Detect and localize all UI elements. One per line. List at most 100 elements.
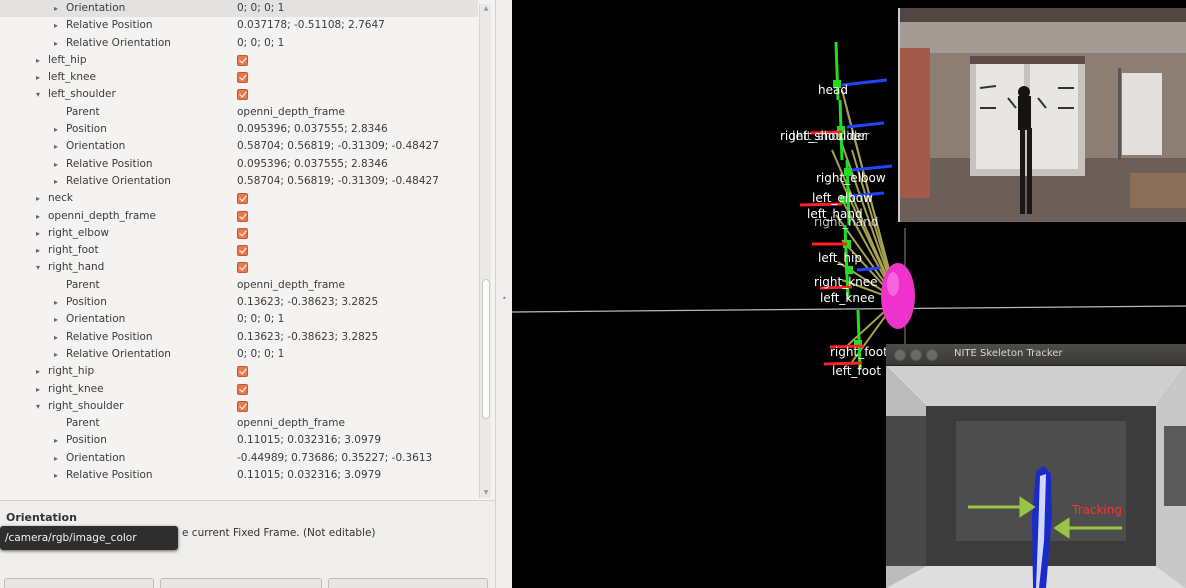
tree-row[interactable]: ▸ left_hip (0, 52, 478, 69)
tree-row-label: Orientation (66, 313, 126, 326)
tree-row-name: ▸ Orientation (54, 450, 125, 467)
tree-row-value: 0.58704; 0.56819; -0.31309; -0.48427 (237, 140, 439, 153)
tree-row[interactable]: ▸ Relative Position 0.11015; 0.032316; 3.0… (0, 467, 478, 484)
scroll-up-icon[interactable]: ▲ (481, 4, 491, 14)
maximize-icon[interactable] (926, 349, 938, 361)
tree-row[interactable]: ▸ right_elbow (0, 225, 478, 242)
collapsed-arrow-icon[interactable]: ▸ (54, 35, 61, 52)
expanded-arrow-icon[interactable]: ▾ (36, 398, 43, 415)
remove-display-button[interactable] (160, 578, 322, 588)
tree-row[interactable]: ▸ Relative Position 0.037178; -0.51108; 2.… (0, 17, 478, 34)
enabled-checkbox[interactable] (237, 193, 248, 205)
nite-titlebar[interactable]: NITE Skeleton Tracker (886, 344, 1186, 366)
enabled-checkbox[interactable] (237, 366, 248, 378)
collapsed-arrow-icon[interactable]: ▸ (54, 138, 61, 155)
collapsed-arrow-icon[interactable]: ▸ (54, 450, 61, 467)
collapsed-arrow-icon[interactable]: ▸ (36, 52, 43, 69)
tree-row[interactable]: ▾ left_shoulder (0, 86, 478, 103)
tree-row[interactable]: ▸ Orientation 0; 0; 0; 1 (0, 0, 478, 18)
tree-row-label: neck (48, 192, 73, 205)
enabled-checkbox[interactable] (237, 262, 248, 274)
close-icon[interactable] (894, 349, 906, 361)
collapsed-arrow-icon[interactable]: ▸ (54, 311, 61, 328)
panel-splitter[interactable]: • (495, 0, 512, 588)
tree-row-name: ▸ Relative Position (54, 329, 153, 346)
tree-row[interactable]: ▸ Orientation 0.58704; 0.56819; -0.31309; … (0, 138, 478, 155)
enabled-checkbox[interactable] (237, 227, 248, 239)
tree-row-name: ▸ openni_depth_frame (36, 208, 156, 225)
enabled-checkbox[interactable] (237, 210, 248, 222)
label-right-knee: right_knee (814, 275, 878, 289)
tree-row[interactable]: Parent openni_depth_frame (0, 415, 478, 432)
tree-rows: ▸ Orientation 0; 0; 0; 1 ▸ Relative Position… (0, 0, 478, 484)
collapsed-arrow-icon[interactable]: ▸ (36, 381, 43, 398)
enabled-checkbox[interactable] (237, 89, 248, 101)
tree-row[interactable]: ▸ Position 0.11015; 0.032316; 3.0979 (0, 432, 478, 449)
scroll-down-icon[interactable]: ▼ (481, 488, 491, 498)
enabled-checkbox[interactable] (237, 54, 248, 66)
tree-scrollbar[interactable]: ▲ ▼ (479, 4, 491, 498)
expanded-arrow-icon[interactable]: ▾ (36, 259, 43, 276)
tree-row-value: 0.11015; 0.032316; 3.0979 (237, 469, 382, 482)
ground-grid-line (512, 305, 1186, 313)
rename-display-button[interactable] (328, 578, 488, 588)
collapsed-arrow-icon[interactable]: ▸ (36, 363, 43, 380)
tree-row[interactable]: ▸ Position 0.095396; 0.037555; 2.8346 (0, 121, 478, 138)
collapsed-arrow-icon[interactable]: ▸ (54, 432, 61, 449)
collapsed-arrow-icon[interactable]: ▸ (54, 121, 61, 138)
tree-row[interactable]: ▸ Relative Orientation 0; 0; 0; 1 (0, 346, 478, 363)
label-left-shoulder: left_shoulder (792, 129, 870, 143)
tree-row-name: ▸ Position (54, 294, 107, 311)
collapsed-arrow-icon[interactable]: ▸ (36, 69, 43, 86)
enabled-checkbox[interactable] (237, 245, 248, 257)
expanded-arrow-icon[interactable]: ▾ (36, 86, 43, 103)
minimize-icon[interactable] (910, 349, 922, 361)
collapsed-arrow-icon[interactable]: ▸ (54, 0, 61, 17)
enabled-checkbox[interactable] (237, 383, 248, 395)
tree-row[interactable]: ▸ Position 0.13623; -0.38623; 3.2825 (0, 294, 478, 311)
tree-row-name: ▸ Relative Position (54, 467, 153, 484)
nite-skeleton-tracker-window[interactable]: NITE Skeleton Tracker Tracking (886, 344, 1186, 588)
enabled-checkbox[interactable] (237, 400, 248, 412)
tree-row-label: right_knee (48, 382, 104, 395)
tree-row[interactable]: ▸ right_knee (0, 381, 478, 398)
collapsed-arrow-icon[interactable]: ▸ (36, 190, 43, 207)
tree-row[interactable]: ▸ Relative Position 0.095396; 0.037555; 2.… (0, 156, 478, 173)
tree-row-label: right_foot (48, 244, 99, 257)
collapsed-arrow-icon[interactable]: ▸ (54, 329, 61, 346)
collapsed-arrow-icon[interactable]: ▸ (36, 225, 43, 242)
tree-scrollbar-thumb[interactable] (482, 279, 490, 419)
tree-row[interactable]: ▾ right_shoulder (0, 398, 478, 415)
tree-row[interactable]: ▸ neck (0, 190, 478, 207)
tree-row-label: right_shoulder (48, 399, 124, 412)
tree-row-name: ▸ right_hip (36, 363, 94, 380)
tree-row[interactable]: ▾ right_hand (0, 259, 478, 276)
collapsed-arrow-icon[interactable]: ▸ (54, 346, 61, 363)
tree-row-label: Position (66, 434, 107, 447)
tree-row[interactable]: ▸ Orientation 0; 0; 0; 1 (0, 311, 478, 328)
collapsed-arrow-icon[interactable]: ▸ (54, 156, 61, 173)
collapsed-arrow-icon[interactable]: ▸ (54, 294, 61, 311)
collapsed-arrow-icon[interactable]: ▸ (36, 208, 43, 225)
tree-row[interactable]: ▸ Relative Orientation 0; 0; 0; 1 (0, 35, 478, 52)
label-right-foot: right_foot (830, 345, 888, 359)
tree-row-label: Parent (66, 417, 100, 430)
enabled-checkbox[interactable] (237, 72, 248, 84)
tree-row[interactable]: ▸ right_foot (0, 242, 478, 259)
collapsed-arrow-icon[interactable]: ▸ (36, 242, 43, 259)
collapsed-arrow-icon[interactable]: ▸ (54, 17, 61, 34)
tree-row[interactable]: ▸ Relative Orientation 0.58704; 0.56819; -… (0, 173, 478, 190)
tf-property-tree[interactable]: ▸ Orientation 0; 0; 0; 1 ▸ Relative Position… (0, 0, 495, 500)
tree-row[interactable]: ▸ openni_depth_frame (0, 208, 478, 225)
tree-row[interactable]: ▸ right_hip (0, 363, 478, 380)
collapsed-arrow-icon[interactable]: ▸ (54, 173, 61, 190)
label-left-foot: left_foot (832, 364, 881, 378)
collapsed-arrow-icon[interactable]: ▸ (54, 467, 61, 484)
tree-row[interactable]: ▸ left_knee (0, 69, 478, 86)
add-display-button[interactable] (4, 578, 154, 588)
tree-row-name: ▸ right_knee (36, 381, 104, 398)
tree-row[interactable]: Parent openni_depth_frame (0, 104, 478, 121)
tree-row[interactable]: ▸ Relative Position 0.13623; -0.38623; 3.2… (0, 329, 478, 346)
tree-row[interactable]: Parent openni_depth_frame (0, 277, 478, 294)
tree-row[interactable]: ▸ Orientation -0.44989; 0.73686; 0.35227; … (0, 450, 478, 467)
